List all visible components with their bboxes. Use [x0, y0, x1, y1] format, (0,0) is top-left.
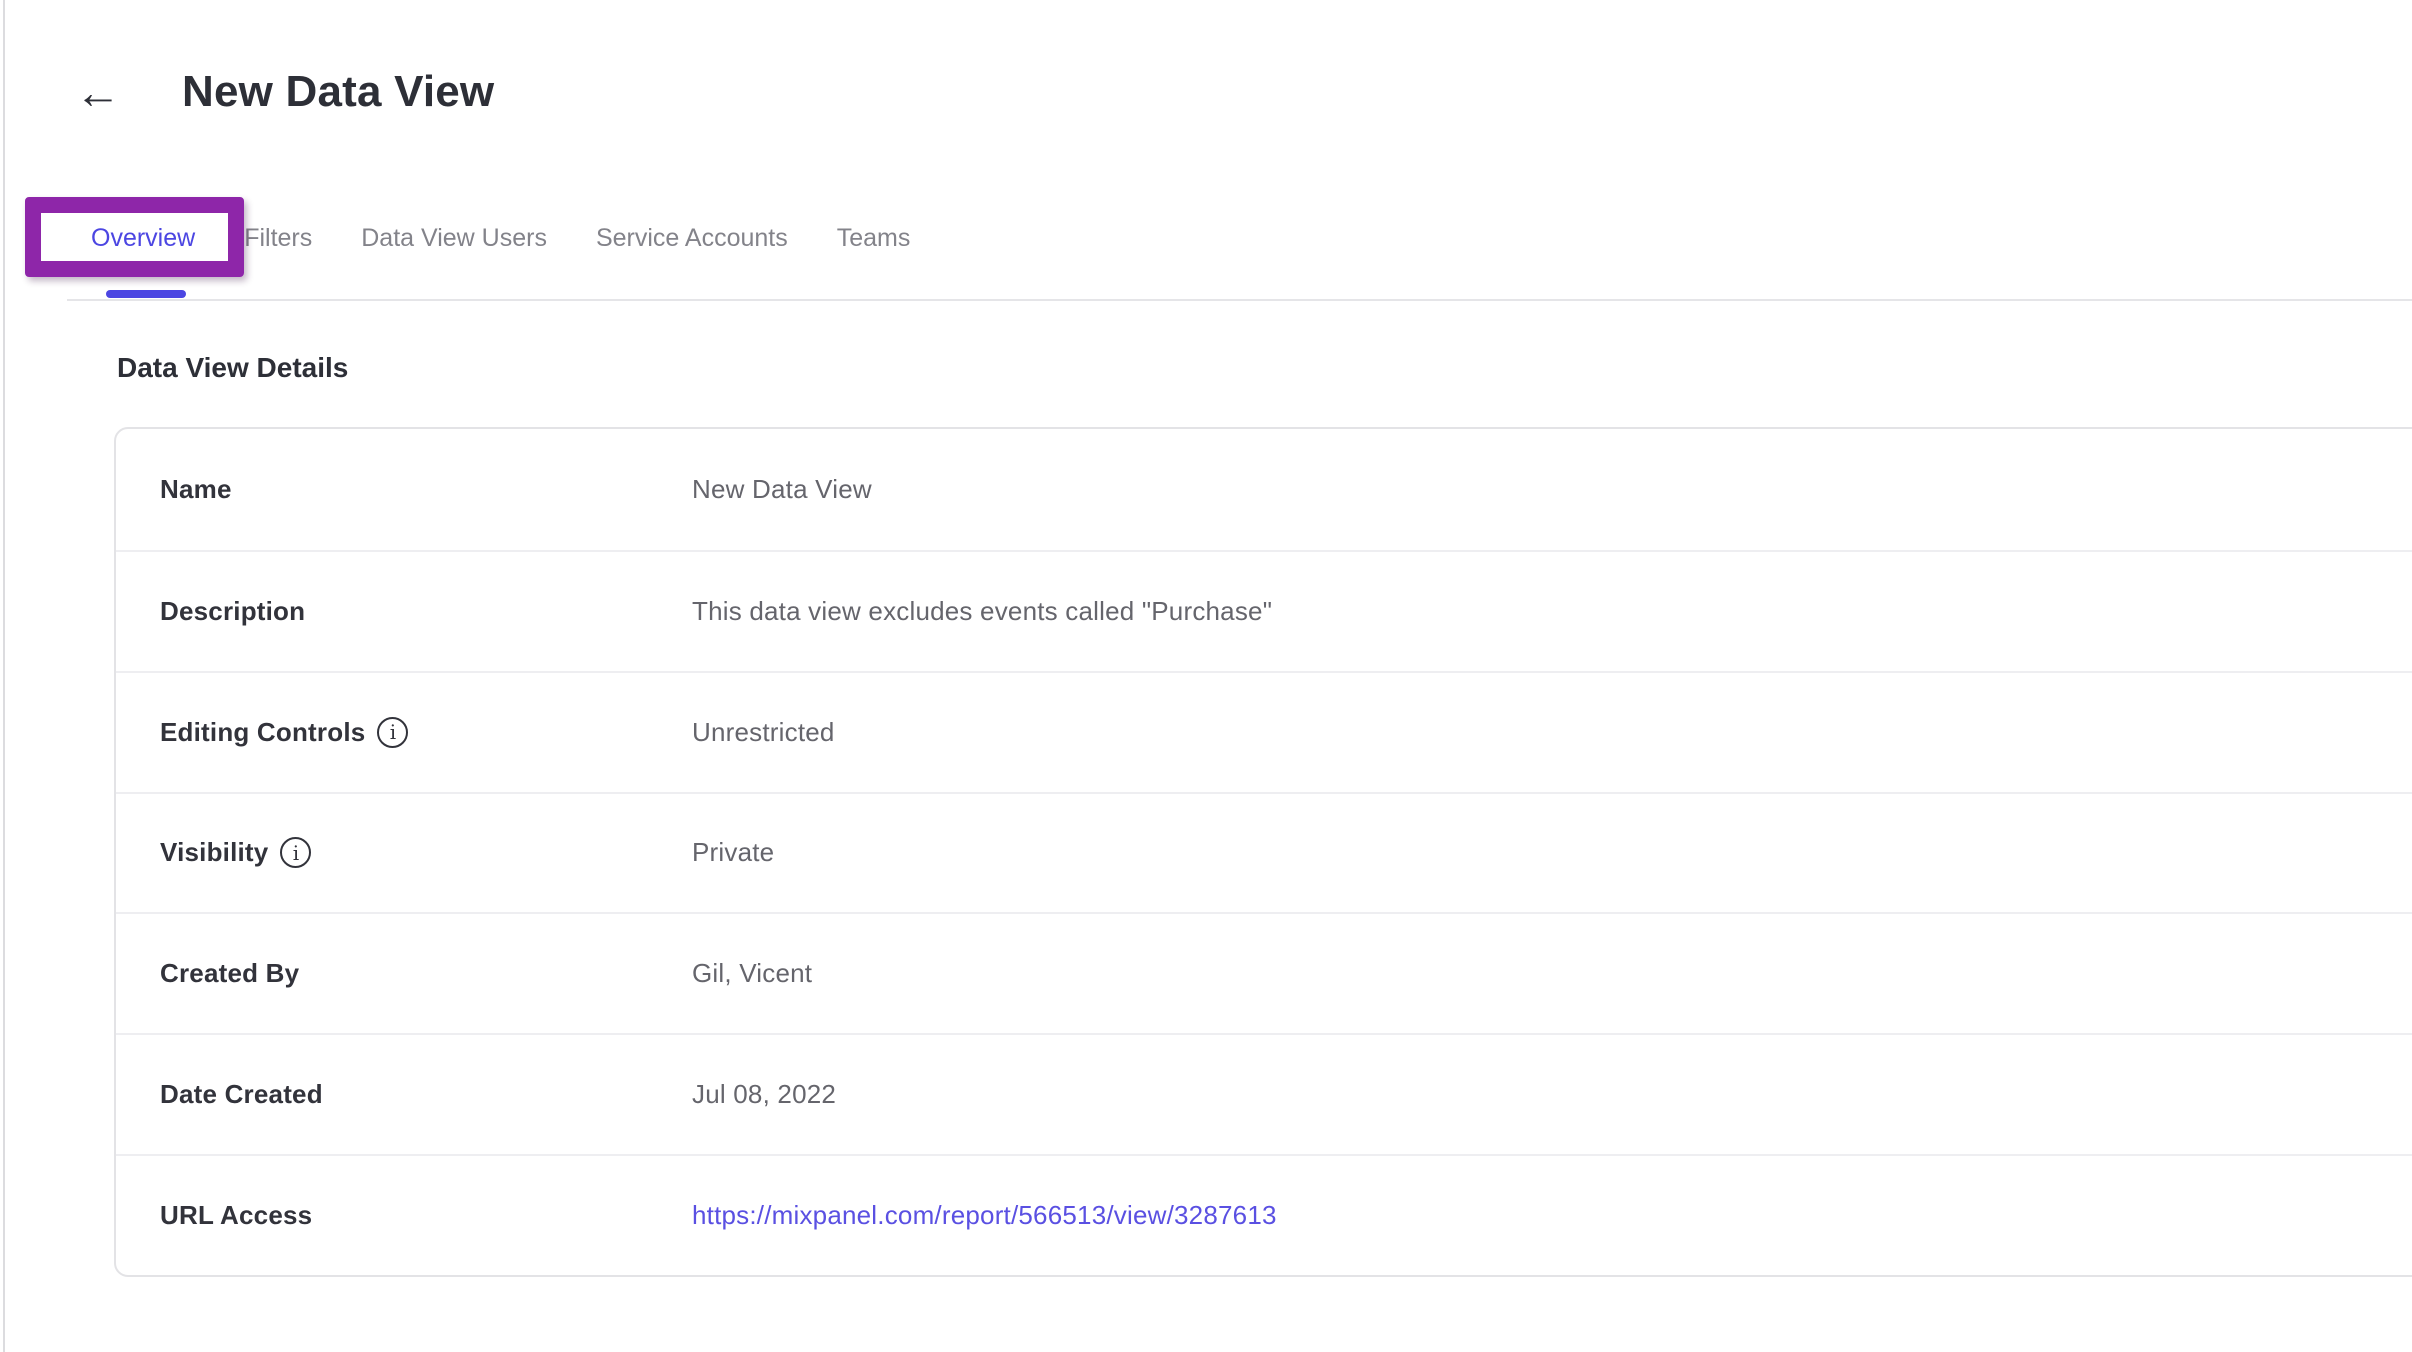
- tab-bar-divider: [67, 299, 2412, 301]
- page: ← New Data View Overview Filters Data View…: [0, 0, 2412, 1352]
- section-heading: Data View Details: [117, 352, 348, 384]
- left-panel-divider: [3, 0, 5, 1352]
- info-icon[interactable]: i: [377, 717, 408, 748]
- row-value: Private: [692, 837, 774, 868]
- row-label: Description: [160, 596, 305, 627]
- row-value: This data view excludes events called "P…: [692, 596, 1272, 627]
- row-label: Created By: [160, 958, 299, 989]
- detail-row-description: Description This data view excludes even…: [116, 550, 2412, 671]
- tab-bar: Overview Filters Data View Users Service Ac…: [91, 218, 910, 258]
- detail-row-editing-controls: Editing Controls i Unrestricted: [116, 671, 2412, 792]
- tab-service-accounts[interactable]: Service Accounts: [596, 218, 788, 258]
- tab-overview[interactable]: Overview: [91, 218, 195, 258]
- row-label: Editing Controls: [160, 717, 365, 748]
- row-label: Date Created: [160, 1079, 323, 1110]
- info-icon[interactable]: i: [280, 837, 311, 868]
- details-card: Name New Data View Description This data…: [114, 427, 2412, 1277]
- url-access-link[interactable]: https://mixpanel.com/report/566513/view/…: [692, 1200, 1277, 1231]
- row-value: Unrestricted: [692, 717, 835, 748]
- detail-row-visibility: Visibility i Private: [116, 792, 2412, 913]
- row-value: Gil, Vicent: [692, 958, 812, 989]
- tab-data-view-users[interactable]: Data View Users: [361, 218, 547, 258]
- detail-row-url-access: URL Access https://mixpanel.com/report/5…: [116, 1154, 2412, 1275]
- detail-row-name: Name New Data View: [116, 429, 2412, 550]
- back-arrow-icon: ←: [75, 69, 121, 115]
- row-label: Name: [160, 474, 232, 505]
- row-value: New Data View: [692, 474, 872, 505]
- row-label: Visibility: [160, 837, 268, 868]
- tab-teams[interactable]: Teams: [837, 218, 911, 258]
- page-title: New Data View: [182, 66, 494, 118]
- active-tab-indicator: [106, 290, 186, 298]
- tab-filters[interactable]: Filters: [244, 218, 312, 258]
- row-label: URL Access: [160, 1200, 312, 1231]
- back-button[interactable]: ←: [66, 60, 130, 124]
- detail-row-created-by: Created By Gil, Vicent: [116, 912, 2412, 1033]
- row-value: Jul 08, 2022: [692, 1079, 836, 1110]
- detail-row-date-created: Date Created Jul 08, 2022: [116, 1033, 2412, 1154]
